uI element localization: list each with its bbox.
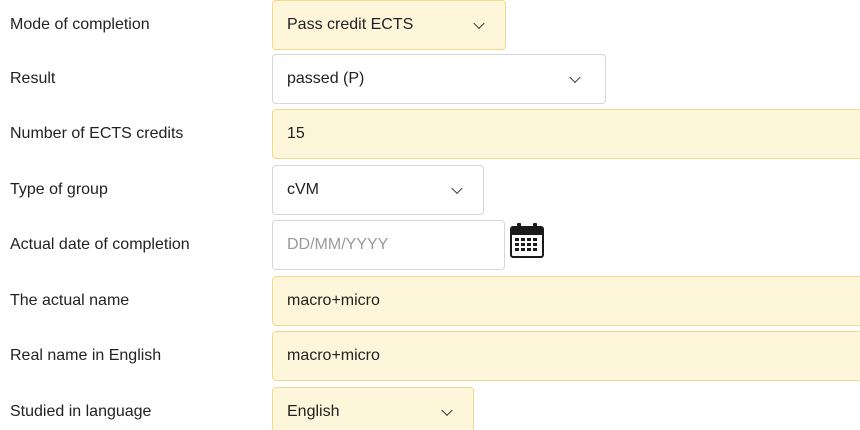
real-name-english-row: Real name in English macro+micro	[0, 331, 860, 381]
actual-name-row: The actual name macro+micro	[0, 276, 860, 326]
actual-name-value: macro+micro	[287, 292, 380, 309]
ects-credits-row: Number of ECTS credits 15	[0, 109, 860, 159]
type-of-group-label: Type of group	[10, 181, 108, 198]
actual-name-label: The actual name	[10, 292, 130, 309]
mode-of-completion-value: Pass credit ECTS	[287, 16, 414, 33]
chevron-down-icon	[473, 17, 485, 30]
completion-form: Mode of completion Pass credit ECTS Resu…	[0, 0, 860, 430]
studied-language-row: Studied in language English	[0, 387, 860, 430]
type-of-group-row: Type of group cVM	[0, 165, 860, 215]
actual-date-row: Actual date of completion DD/MM/YYYY	[0, 220, 860, 270]
real-name-english-input[interactable]: macro+micro	[272, 331, 860, 381]
calendar-icon[interactable]	[510, 222, 544, 258]
studied-language-value: English	[287, 403, 340, 420]
mode-of-completion-select[interactable]: Pass credit ECTS	[272, 0, 506, 50]
actual-date-label: Actual date of completion	[10, 236, 190, 253]
mode-of-completion-label: Mode of completion	[10, 16, 150, 33]
studied-language-label: Studied in language	[10, 403, 152, 420]
ects-credits-input[interactable]: 15	[272, 109, 860, 159]
studied-language-select[interactable]: English	[272, 387, 474, 430]
ects-credits-label: Number of ECTS credits	[10, 125, 184, 142]
actual-date-input[interactable]: DD/MM/YYYY	[272, 220, 505, 270]
chevron-down-icon	[569, 71, 581, 84]
result-select[interactable]: passed (P)	[272, 54, 606, 104]
type-of-group-select[interactable]: cVM	[272, 165, 484, 215]
actual-date-placeholder: DD/MM/YYYY	[287, 236, 389, 253]
mode-of-completion-row: Mode of completion Pass credit ECTS	[0, 0, 860, 50]
real-name-english-label: Real name in English	[10, 347, 162, 364]
chevron-down-icon	[441, 404, 453, 417]
result-value: passed (P)	[287, 70, 365, 87]
result-label: Result	[10, 70, 56, 87]
type-of-group-value: cVM	[287, 181, 319, 198]
chevron-down-icon	[451, 182, 463, 195]
result-row: Result passed (P)	[0, 54, 860, 104]
real-name-english-value: macro+micro	[287, 347, 380, 364]
actual-name-input[interactable]: macro+micro	[272, 276, 860, 326]
ects-credits-value: 15	[287, 125, 305, 142]
